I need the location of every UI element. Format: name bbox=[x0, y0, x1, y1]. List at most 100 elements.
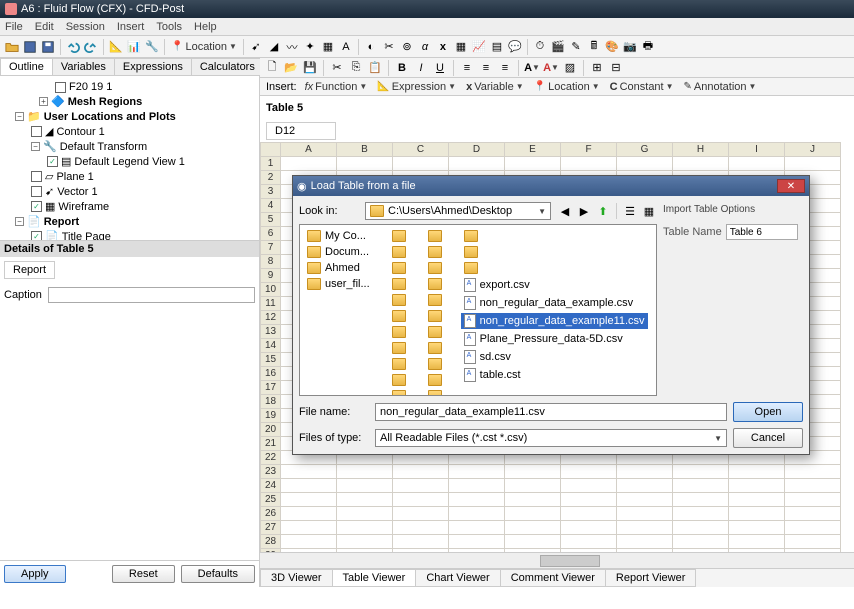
check-plane[interactable] bbox=[31, 171, 42, 182]
tab-table-viewer[interactable]: Table Viewer bbox=[332, 569, 417, 587]
row-header[interactable]: 21 bbox=[261, 437, 281, 451]
cell[interactable] bbox=[729, 521, 785, 535]
location-dropdown[interactable]: 📍Location ▼ bbox=[169, 41, 239, 53]
menu-session[interactable]: Session bbox=[66, 21, 105, 33]
row-header[interactable]: 2 bbox=[261, 171, 281, 185]
tab-expressions[interactable]: Expressions bbox=[114, 58, 192, 75]
cell[interactable] bbox=[729, 535, 785, 549]
row-header[interactable]: 24 bbox=[261, 479, 281, 493]
cell[interactable] bbox=[449, 493, 505, 507]
row-header[interactable]: 1 bbox=[261, 157, 281, 171]
tool3-icon[interactable]: 🔧 bbox=[144, 39, 160, 55]
row-header[interactable]: 19 bbox=[261, 409, 281, 423]
cell[interactable] bbox=[729, 465, 785, 479]
place-item[interactable]: Docum... bbox=[304, 245, 373, 259]
bg-icon[interactable]: ▨ bbox=[562, 60, 578, 76]
cell[interactable] bbox=[673, 493, 729, 507]
file-browser[interactable]: My Co...Docum...Ahmeduser_fil... export.… bbox=[299, 224, 657, 396]
cell[interactable] bbox=[617, 507, 673, 521]
insert-expression[interactable]: 📐 Expression ▼ bbox=[375, 81, 458, 93]
defaults-button[interactable]: Defaults bbox=[181, 565, 255, 583]
col-header[interactable]: H bbox=[673, 143, 729, 157]
toggle-mesh[interactable]: + bbox=[39, 97, 48, 106]
open2-icon[interactable]: 📂 bbox=[283, 60, 299, 76]
detail-view-icon[interactable]: ▦ bbox=[641, 203, 657, 219]
save-icon[interactable] bbox=[22, 39, 38, 55]
cell[interactable] bbox=[729, 157, 785, 171]
file-item[interactable]: table.cst bbox=[461, 367, 648, 383]
row-header[interactable]: 16 bbox=[261, 367, 281, 381]
cell[interactable] bbox=[673, 549, 729, 553]
menu-file[interactable]: File bbox=[5, 21, 23, 33]
folder-item[interactable] bbox=[461, 245, 648, 259]
cell[interactable] bbox=[617, 493, 673, 507]
copy-icon[interactable]: ⎘ bbox=[348, 60, 364, 76]
align-left-icon[interactable]: ≡ bbox=[459, 60, 475, 76]
cell[interactable] bbox=[617, 157, 673, 171]
cell[interactable] bbox=[505, 493, 561, 507]
folder-item[interactable] bbox=[389, 293, 409, 307]
folder-item[interactable] bbox=[389, 373, 409, 387]
cell[interactable] bbox=[281, 521, 337, 535]
timer-icon[interactable]: ⏱ bbox=[532, 39, 548, 55]
probe-icon[interactable]: ✎ bbox=[568, 39, 584, 55]
folder-item[interactable] bbox=[425, 309, 445, 323]
details-tab-report[interactable]: Report bbox=[4, 261, 55, 279]
fwd-icon[interactable]: ▶ bbox=[576, 203, 592, 219]
node-ulp[interactable]: User Locations and Plots bbox=[44, 111, 176, 123]
cell[interactable] bbox=[281, 507, 337, 521]
cell[interactable] bbox=[393, 493, 449, 507]
cell[interactable] bbox=[617, 479, 673, 493]
cell[interactable] bbox=[281, 465, 337, 479]
calc-icon[interactable]: 🖩 bbox=[586, 39, 602, 55]
row-header[interactable]: 25 bbox=[261, 493, 281, 507]
cell[interactable] bbox=[673, 157, 729, 171]
cell[interactable] bbox=[673, 479, 729, 493]
back-icon[interactable]: ◀ bbox=[557, 203, 573, 219]
folder-item[interactable] bbox=[389, 325, 409, 339]
insert-constant[interactable]: C Constant ▼ bbox=[608, 81, 676, 93]
cell[interactable] bbox=[729, 479, 785, 493]
cut-icon[interactable]: ✂ bbox=[329, 60, 345, 76]
file-item[interactable]: non_regular_data_example.csv bbox=[461, 295, 648, 311]
bold-icon[interactable]: B bbox=[394, 60, 410, 76]
col-header[interactable]: C bbox=[393, 143, 449, 157]
row-header[interactable]: 26 bbox=[261, 507, 281, 521]
cell[interactable] bbox=[281, 493, 337, 507]
vec-icon[interactable]: ➹ bbox=[248, 39, 264, 55]
tab-chart-viewer[interactable]: Chart Viewer bbox=[415, 569, 500, 587]
tab-3d-viewer[interactable]: 3D Viewer bbox=[260, 569, 333, 587]
cell[interactable] bbox=[393, 535, 449, 549]
dialog-titlebar[interactable]: ◉Load Table from a file ✕ bbox=[293, 176, 809, 196]
row-header[interactable]: 27 bbox=[261, 521, 281, 535]
row-header[interactable]: 10 bbox=[261, 283, 281, 297]
cell[interactable] bbox=[337, 507, 393, 521]
cell[interactable] bbox=[673, 535, 729, 549]
insert-location[interactable]: 📍 Location ▼ bbox=[532, 81, 602, 93]
cell[interactable] bbox=[337, 479, 393, 493]
cell[interactable] bbox=[281, 157, 337, 171]
row-header[interactable]: 18 bbox=[261, 395, 281, 409]
reset-button[interactable]: Reset bbox=[112, 565, 175, 583]
file-item[interactable]: Plane_Pressure_data-5D.csv bbox=[461, 331, 648, 347]
file-type-combo[interactable]: All Readable Files (*.cst *.csv)▼ bbox=[375, 429, 727, 447]
node-contour[interactable]: Contour 1 bbox=[56, 126, 104, 138]
cell[interactable] bbox=[785, 549, 841, 553]
row-header[interactable]: 23 bbox=[261, 465, 281, 479]
cell[interactable] bbox=[505, 535, 561, 549]
node-tp[interactable]: Title Page bbox=[62, 231, 111, 242]
cell[interactable] bbox=[393, 479, 449, 493]
cell[interactable] bbox=[505, 549, 561, 553]
folder-item[interactable] bbox=[425, 277, 445, 291]
cam-icon[interactable]: 📷 bbox=[622, 39, 638, 55]
file-name-input[interactable] bbox=[375, 403, 727, 421]
row-header[interactable]: 28 bbox=[261, 535, 281, 549]
merge-icon[interactable]: ⊟ bbox=[608, 60, 624, 76]
node-legend[interactable]: Default Legend View 1 bbox=[74, 156, 185, 168]
cell[interactable] bbox=[561, 465, 617, 479]
anim-icon[interactable]: 🎬 bbox=[550, 39, 566, 55]
cell[interactable] bbox=[505, 507, 561, 521]
redo-icon[interactable] bbox=[83, 39, 99, 55]
cell[interactable] bbox=[337, 549, 393, 553]
node-wireframe[interactable]: Wireframe bbox=[58, 201, 109, 213]
